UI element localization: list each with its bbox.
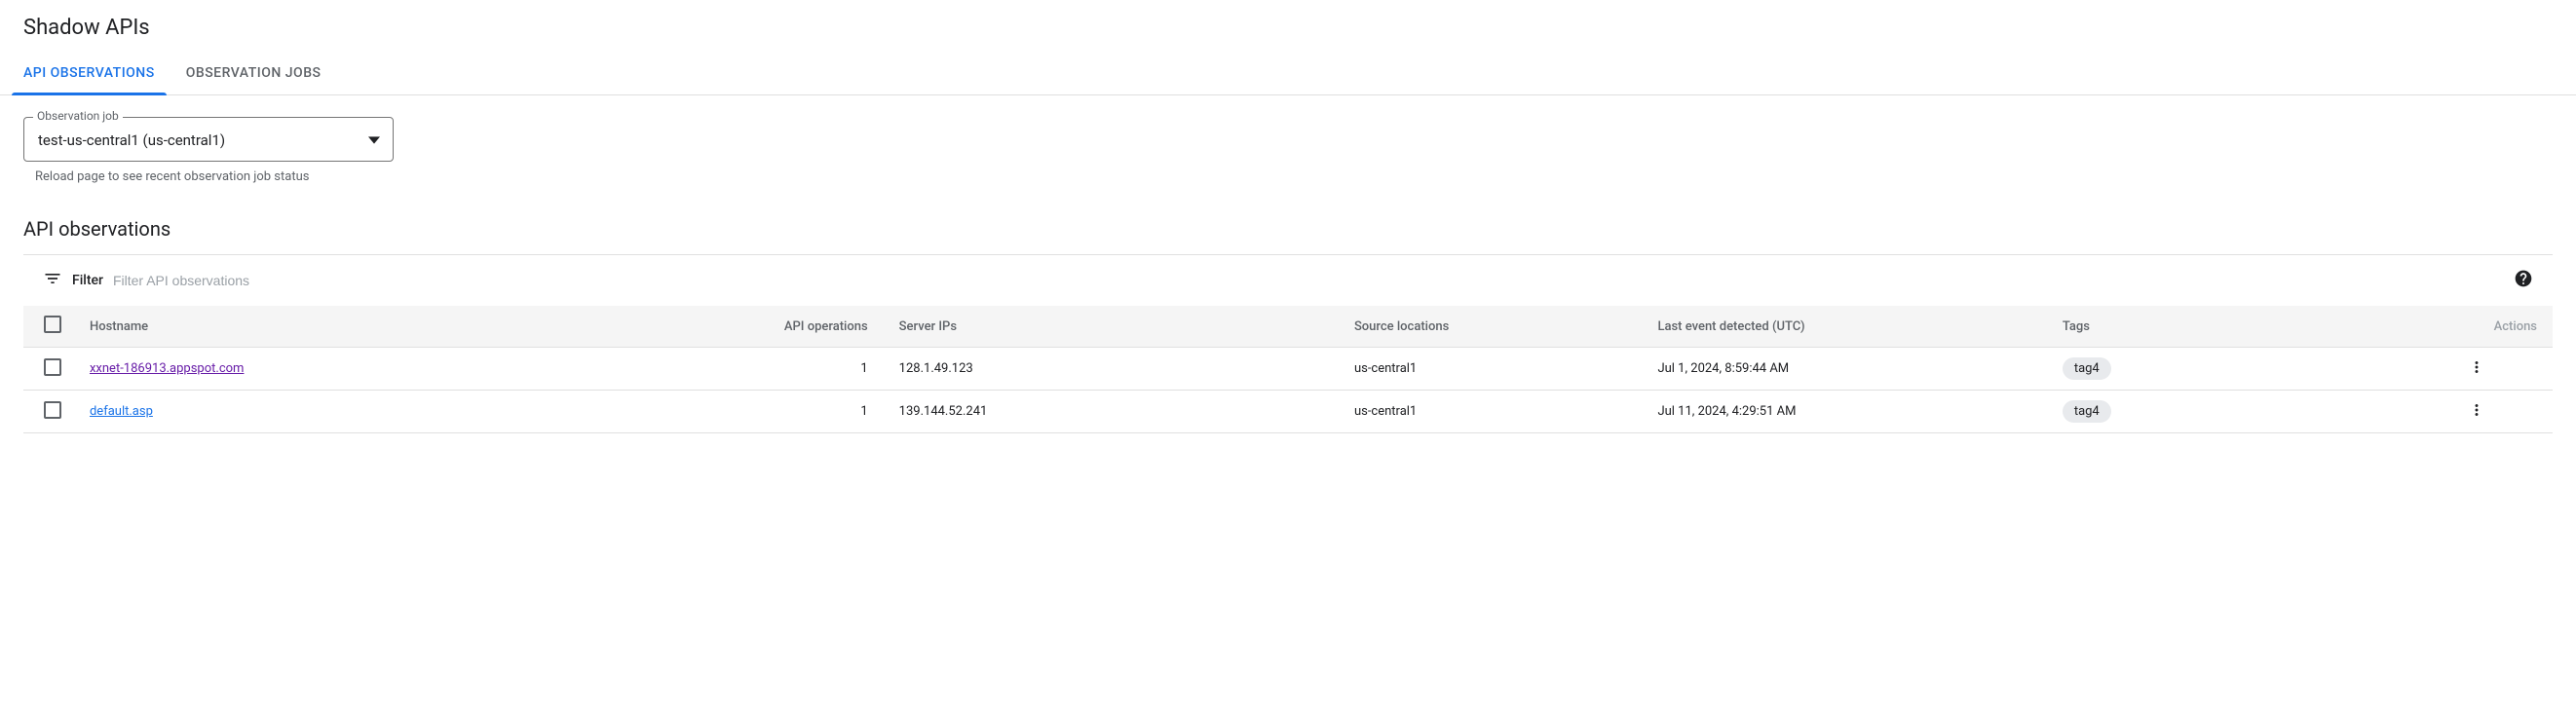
more-vert-icon[interactable] [2468,365,2485,380]
last-event-value: Jul 1, 2024, 8:59:44 AM [1642,348,2046,391]
source-location-value: us-central1 [1339,391,1643,433]
table-header-row: Hostname API operations Server IPs Sourc… [23,306,2553,348]
observation-job-value: test-us-central1 (us-central1) [38,131,225,149]
page-title: Shadow APIs [23,16,2553,40]
filter-label: Filter [72,273,103,288]
filter-input[interactable] [113,273,2504,288]
table-row: default.asp 1139.144.52.241us-central1Jul… [23,391,2553,433]
row-checkbox[interactable] [44,358,61,376]
tab-api-observations[interactable]: API OBSERVATIONS [23,52,155,94]
tab-observation-jobs[interactable]: OBSERVATION JOBS [186,52,322,94]
col-actions: Actions [2401,306,2553,348]
more-vert-icon[interactable] [2468,408,2485,423]
chevron-down-icon [368,131,380,148]
server-ips-value: 139.144.52.241 [884,391,1339,433]
col-source-locations[interactable]: Source locations [1339,306,1643,348]
last-event-value: Jul 11, 2024, 4:29:51 AM [1642,391,2046,433]
col-tags[interactable]: Tags [2047,306,2401,348]
table-row: xxnet-186913.appspot.com 1128.1.49.123us-… [23,348,2553,391]
section-title: API observations [0,194,2576,254]
observations-table: Hostname API operations Server IPs Sourc… [23,306,2553,433]
select-all-checkbox[interactable] [44,316,61,333]
col-last-event[interactable]: Last event detected (UTC) [1642,306,2046,348]
observation-job-helper: Reload page to see recent observation jo… [35,169,2553,184]
tag-chip[interactable]: tag4 [2063,357,2111,380]
help-icon[interactable] [2514,269,2533,292]
tabs-bar: API OBSERVATIONS OBSERVATION JOBS [0,52,2576,95]
hostname-link[interactable]: xxnet-186913.appspot.com [90,361,244,376]
col-api-operations[interactable]: API operations [681,306,884,348]
api-operations-value: 1 [681,391,884,433]
server-ips-value: 128.1.49.123 [884,348,1339,391]
row-checkbox[interactable] [44,401,61,419]
hostname-link[interactable]: default.asp [90,404,153,419]
tag-chip[interactable]: tag4 [2063,400,2111,423]
observation-job-select[interactable]: test-us-central1 (us-central1) [23,117,394,162]
col-hostname[interactable]: Hostname [74,306,681,348]
source-location-value: us-central1 [1339,348,1643,391]
observation-job-label: Observation job [33,109,123,123]
filter-icon [43,269,62,292]
api-operations-value: 1 [681,348,884,391]
col-server-ips[interactable]: Server IPs [884,306,1339,348]
